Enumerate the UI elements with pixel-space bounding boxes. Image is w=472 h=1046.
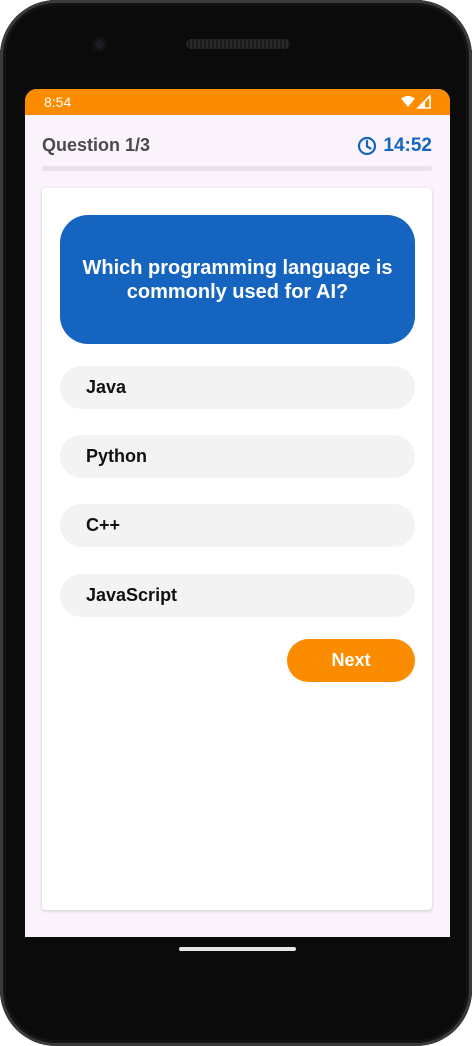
answer-option-cpp[interactable]: C++ [60, 504, 415, 547]
app-screen: 8:54 Question 1/3 14:52 Which programmin… [25, 89, 450, 937]
status-time: 8:54 [44, 94, 72, 110]
clock-icon [358, 136, 377, 156]
wifi-icon [401, 96, 415, 107]
question-text: Which programming language is commonly u… [60, 215, 415, 344]
timer: 14:52 [357, 134, 432, 158]
answer-option-python[interactable]: Python [60, 435, 415, 478]
front-camera [92, 37, 107, 52]
answer-option-java[interactable]: Java [60, 366, 415, 409]
quiz-header: Question 1/3 14:52 [42, 134, 432, 158]
next-button[interactable]: Next [287, 639, 415, 682]
answer-option-javascript[interactable]: JavaScript [60, 574, 415, 617]
question-card: Which programming language is commonly u… [42, 188, 432, 910]
home-indicator[interactable] [179, 947, 296, 951]
status-bar: 8:54 [25, 89, 450, 115]
question-counter: Question 1/3 [42, 135, 151, 155]
status-icons [400, 94, 432, 109]
quiz-progress-bar [42, 166, 432, 171]
earpiece-speaker [186, 39, 290, 49]
phone-frame: 8:54 Question 1/3 14:52 Which programmin… [0, 0, 472, 1046]
timer-value: 14:52 [383, 135, 432, 156]
